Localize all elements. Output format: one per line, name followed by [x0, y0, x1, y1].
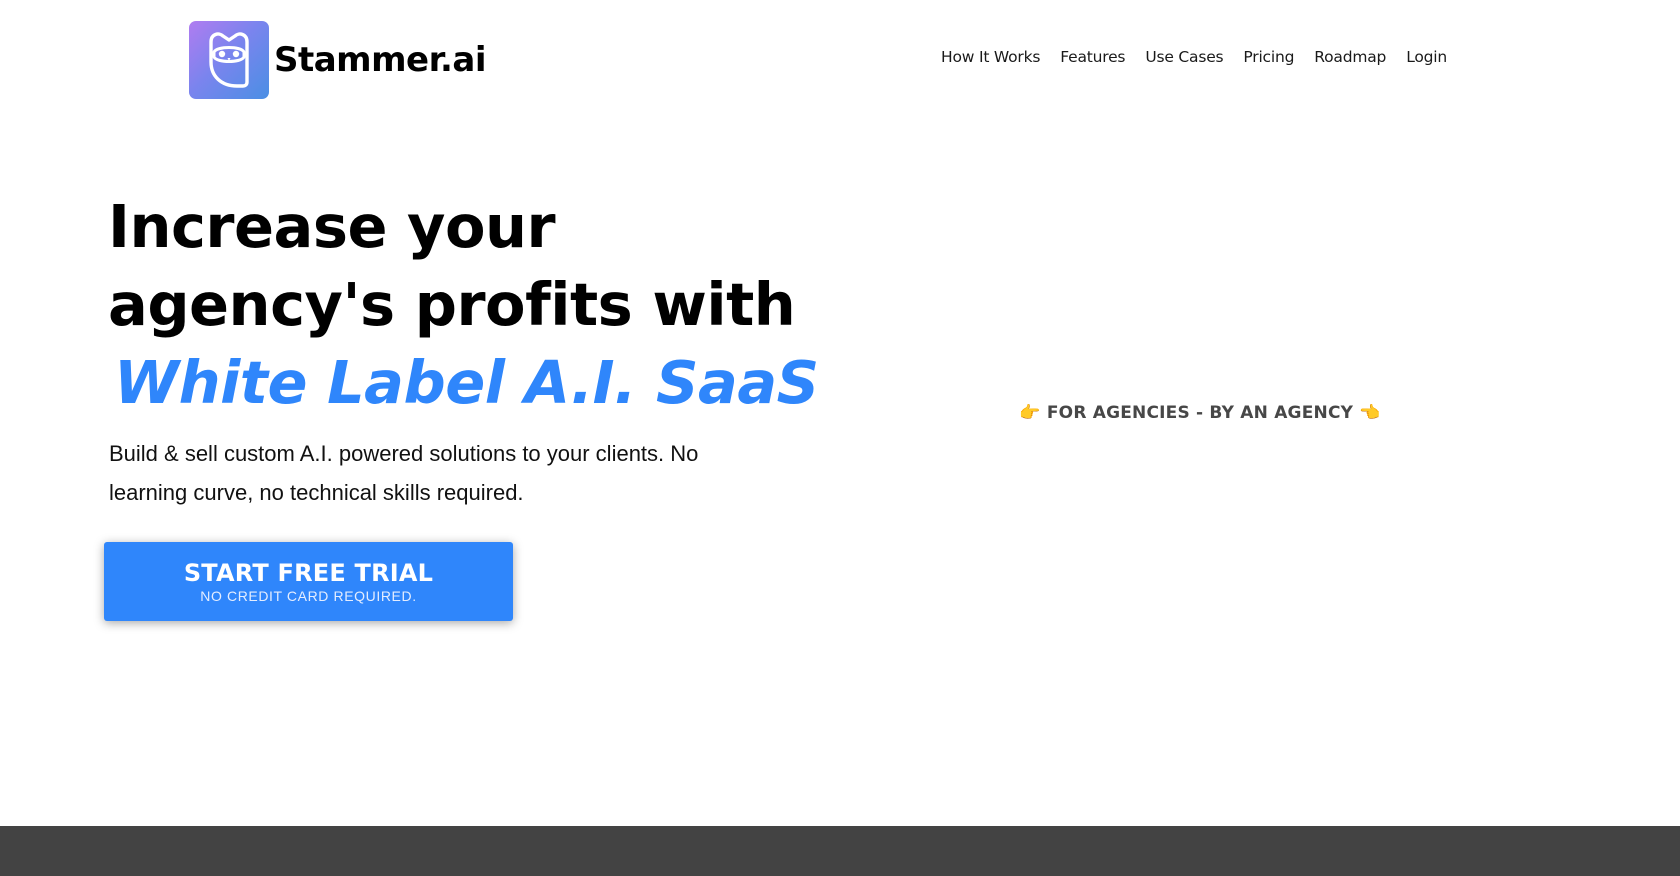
- brand-name: Stammer.ai: [274, 40, 487, 80]
- nav-roadmap[interactable]: Roadmap: [1314, 48, 1386, 66]
- pointing-right-hand-icon: 👉: [1019, 403, 1041, 423]
- nav-use-cases[interactable]: Use Cases: [1145, 48, 1223, 66]
- cta-label: START FREE TRIAL: [183, 558, 434, 587]
- hero-subtitle: Build & sell custom A.I. powered solutio…: [109, 441, 699, 505]
- pointing-left-hand-icon: 👈: [1359, 403, 1381, 423]
- site-header: Stammer.ai How It Works Features Use Cas…: [0, 0, 1680, 120]
- tagline-text: FOR AGENCIES - BY AN AGENCY: [1046, 403, 1354, 423]
- start-free-trial-button[interactable]: START FREE TRIAL NO CREDIT CARD REQUIRED…: [104, 542, 513, 621]
- hero-title-accent: White Label A.I. SaaS: [114, 348, 819, 417]
- nav-features[interactable]: Features: [1060, 48, 1125, 66]
- brand-logo-link[interactable]: Stammer.ai: [189, 21, 487, 99]
- nav-how-it-works[interactable]: How It Works: [941, 48, 1040, 66]
- hero-title-line-1: Increase your: [108, 192, 556, 261]
- hero-title-line-2: agency's profits with: [108, 270, 796, 339]
- cta-sublabel: NO CREDIT CARD REQUIRED.: [200, 587, 417, 604]
- nav-login[interactable]: Login: [1406, 48, 1447, 66]
- next-section-band: [0, 826, 1680, 876]
- nav-pricing[interactable]: Pricing: [1243, 48, 1294, 66]
- hero-title: Increase your agency's profits with Whit…: [108, 188, 828, 422]
- owl-icon: [189, 21, 269, 99]
- agency-tagline: 👉 FOR AGENCIES - BY AN AGENCY 👈: [1000, 403, 1400, 423]
- main-nav: How It Works Features Use Cases Pricing …: [941, 48, 1447, 66]
